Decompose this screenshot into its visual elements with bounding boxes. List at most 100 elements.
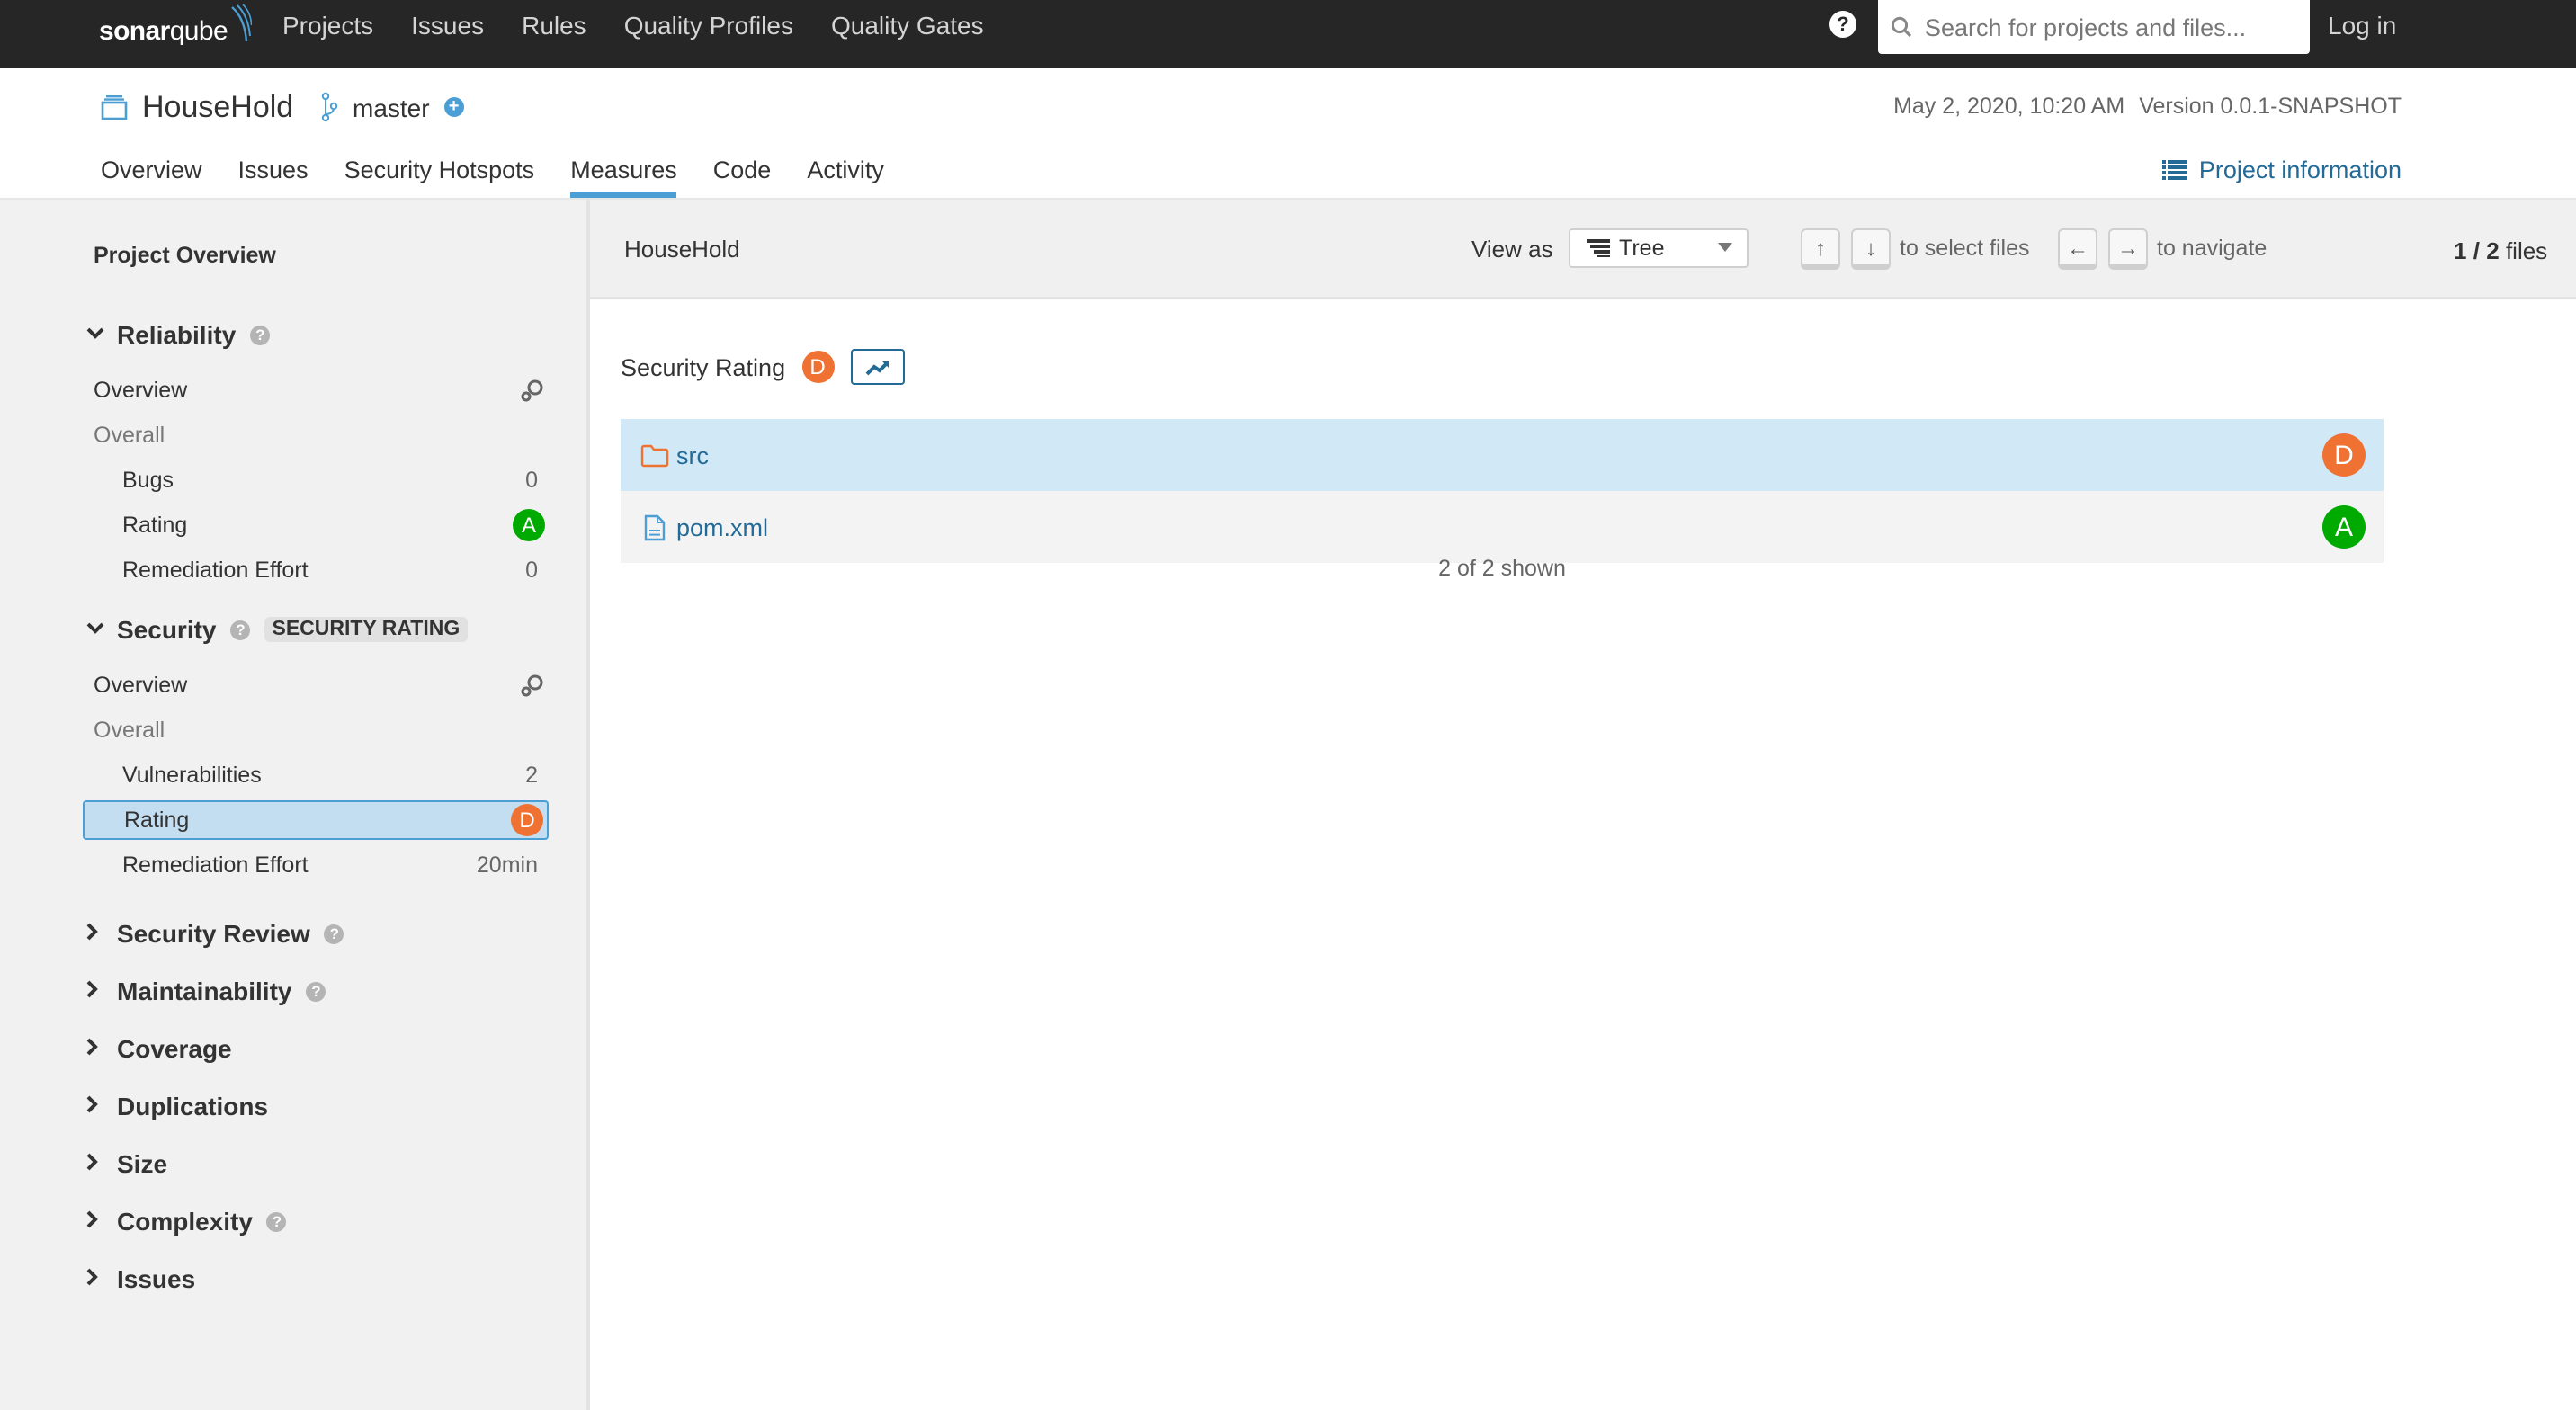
login-link[interactable]: Log in	[2328, 11, 2396, 40]
security-rating[interactable]: Rating D	[83, 800, 549, 840]
row-value: 2	[525, 763, 538, 788]
reliability-bugs[interactable]: Bugs 0	[83, 460, 549, 500]
row-label: Overview	[94, 378, 188, 403]
row-value: 20min	[476, 852, 538, 878]
file-name[interactable]: src	[676, 442, 709, 469]
project-header: HouseHold master + May 2, 2020, 10:20 AM…	[0, 68, 2576, 200]
nav-rules[interactable]: Rules	[522, 11, 586, 40]
help-icon[interactable]: ?	[230, 620, 251, 639]
chevron-right-icon	[86, 922, 108, 945]
reliability-overview[interactable]: Overview	[83, 370, 549, 410]
tab-issues[interactable]: Issues	[238, 156, 309, 198]
security-remediation-effort[interactable]: Remediation Effort 20min	[83, 845, 549, 885]
navigate-hint: to navigate	[2157, 236, 2267, 261]
measures-sidebar: Project Overview Reliability ? Overview …	[0, 200, 590, 1410]
project-name[interactable]: HouseHold	[142, 90, 293, 126]
category-coverage[interactable]: Coverage	[86, 1031, 232, 1066]
category-reliability[interactable]: Reliability ?	[86, 317, 271, 352]
breadcrumb[interactable]: HouseHold	[624, 236, 740, 263]
help-icon[interactable]: ?	[266, 1211, 287, 1231]
project-information-label: Project information	[2198, 156, 2402, 183]
category-security-review[interactable]: Security Review ?	[86, 915, 344, 951]
help-icon[interactable]: ?	[306, 981, 326, 1001]
dropdown-caret-icon	[1718, 243, 1732, 252]
category-duplications[interactable]: Duplications	[86, 1088, 268, 1124]
branch-info-icon[interactable]: +	[443, 97, 464, 117]
help-icon[interactable]: ?	[250, 325, 271, 344]
key-right-button[interactable]: →	[2108, 228, 2148, 270]
nav-quality-gates[interactable]: Quality Gates	[831, 11, 984, 40]
chevron-right-icon	[86, 979, 108, 1003]
logo-text-sonar: sonar	[99, 15, 170, 46]
file-count-current: 1	[2454, 237, 2467, 264]
chevron-right-icon	[86, 1037, 108, 1060]
category-security[interactable]: Security ? SECURITY RATING	[86, 611, 468, 647]
file-icon	[644, 513, 666, 540]
list-item-pom-xml[interactable]: pom.xml A	[621, 491, 2384, 563]
project-title: HouseHold	[101, 90, 293, 126]
security-overview[interactable]: Overview	[83, 665, 549, 705]
sonarqube-logo[interactable]: sonar qube	[99, 4, 252, 52]
category-name: Coverage	[117, 1034, 232, 1063]
view-as-value: Tree	[1619, 236, 1665, 261]
file-name[interactable]: pom.xml	[676, 513, 768, 540]
tab-security-hotspots[interactable]: Security Hotspots	[344, 156, 535, 198]
trend-chart-icon	[864, 361, 889, 375]
nav-projects[interactable]: Projects	[282, 11, 373, 40]
tab-code[interactable]: Code	[713, 156, 772, 198]
branch-icon	[321, 92, 338, 122]
project-information-link[interactable]: Project information	[2162, 156, 2402, 183]
category-issues[interactable]: Issues	[86, 1261, 195, 1297]
rating-badge: A	[513, 509, 545, 541]
domain-tag: SECURITY RATING	[264, 617, 468, 642]
category-maintainability[interactable]: Maintainability ?	[86, 973, 326, 1009]
row-label: Vulnerabilities	[122, 763, 262, 788]
list-item-src[interactable]: src D	[621, 419, 2384, 491]
category-size[interactable]: Size	[86, 1146, 167, 1182]
shown-count: 2 of 2 shown	[1438, 556, 1566, 581]
file-count: 1 / 2 files	[2454, 237, 2548, 264]
main-nav: Projects Issues Rules Quality Profiles Q…	[282, 0, 1022, 50]
row-label: Rating	[122, 513, 188, 538]
key-up-button[interactable]: ↑	[1801, 228, 1840, 270]
row-label: Remediation Effort	[122, 558, 309, 583]
global-search[interactable]	[1878, 0, 2310, 54]
reliability-rating[interactable]: Rating A	[83, 505, 549, 545]
nav-issues[interactable]: Issues	[411, 11, 484, 40]
tab-activity[interactable]: Activity	[807, 156, 884, 198]
row-label: Bugs	[122, 468, 174, 493]
file-count-suffix: files	[2505, 237, 2548, 264]
category-name: Size	[117, 1149, 168, 1178]
key-down-button[interactable]: ↓	[1851, 228, 1891, 270]
category-complexity[interactable]: Complexity ?	[86, 1203, 287, 1239]
view-as-select[interactable]: Tree	[1569, 228, 1749, 268]
help-icon[interactable]: ?	[1829, 11, 1856, 38]
logo-text-qube: qube	[169, 15, 228, 46]
logo-waves-icon	[230, 4, 252, 42]
reliability-overall: Overall	[83, 415, 549, 455]
nav-quality-profiles[interactable]: Quality Profiles	[624, 11, 793, 40]
show-history-button[interactable]	[850, 349, 905, 385]
project-tabs: Overview Issues Security Hotspots Measur…	[101, 156, 920, 198]
row-label: Overall	[94, 423, 165, 448]
tab-measures[interactable]: Measures	[570, 156, 678, 198]
branch-selector[interactable]: master +	[320, 92, 464, 122]
tab-overview[interactable]: Overview	[101, 156, 202, 198]
category-name: Security	[117, 615, 217, 644]
row-label: Remediation Effort	[122, 852, 309, 878]
branch-name: master	[353, 93, 430, 121]
search-input[interactable]	[1921, 12, 2288, 42]
row-label: Overview	[94, 673, 188, 698]
measure-name: Security Rating	[621, 353, 786, 380]
measure-header: Security Rating D	[621, 349, 905, 385]
analysis-date: May 2, 2020, 10:20 AM	[1893, 94, 2125, 119]
help-icon[interactable]: ?	[324, 924, 344, 943]
security-vulnerabilities[interactable]: Vulnerabilities 2	[83, 755, 549, 795]
key-left-button[interactable]: ←	[2058, 228, 2097, 270]
component-list: src D pom.xml A	[621, 419, 2384, 563]
reliability-remediation-effort[interactable]: Remediation Effort 0	[83, 550, 549, 590]
sidebar-title[interactable]: Project Overview	[94, 243, 276, 268]
category-name: Security Review	[117, 919, 310, 948]
category-name: Maintainability	[117, 977, 292, 1005]
tree-view-icon	[1587, 239, 1610, 257]
